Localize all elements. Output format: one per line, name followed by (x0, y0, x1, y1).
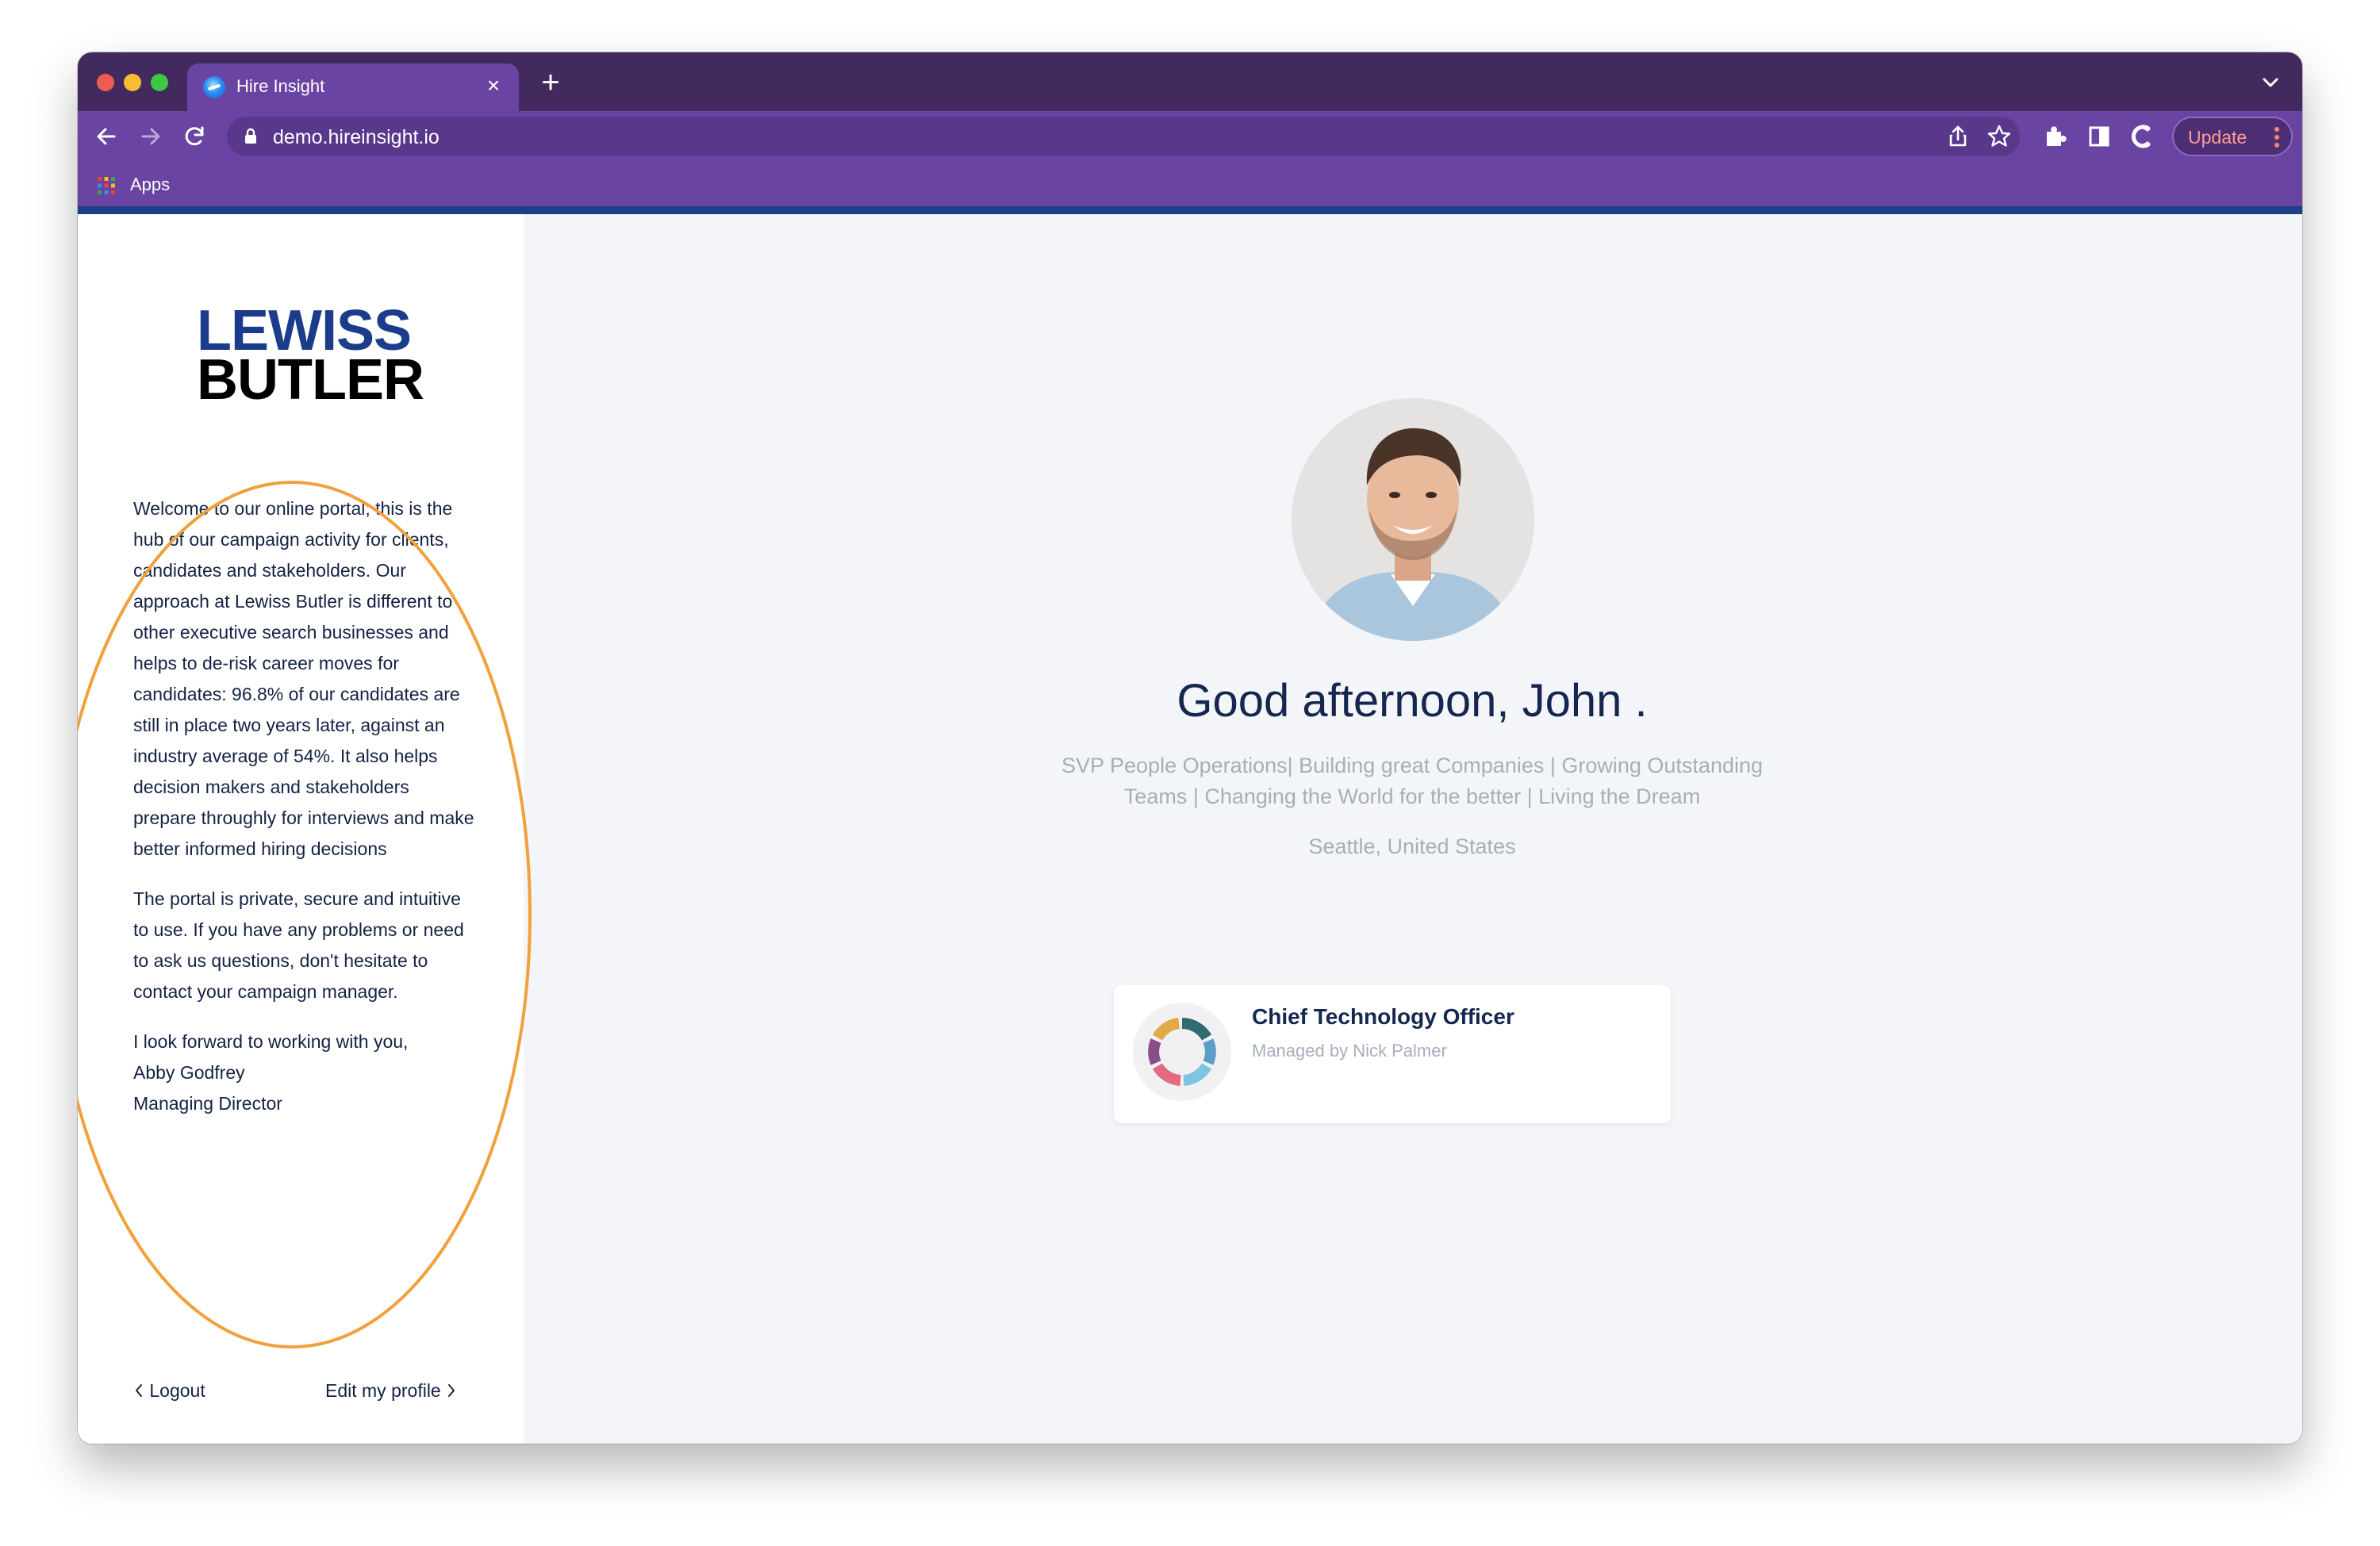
bookmarks-bar: Apps (78, 162, 2302, 206)
logout-label: Logout (149, 1380, 205, 1401)
back-button[interactable] (89, 119, 124, 154)
tab-hire-insight[interactable]: Hire Insight × (187, 63, 519, 111)
greeting-heading: Good afternoon, John . (1177, 675, 1648, 727)
header-accent-line (78, 206, 2302, 214)
user-avatar (1292, 398, 1534, 641)
campaign-company-logo (1133, 1003, 1231, 1101)
tab-search-chevron-icon[interactable] (2256, 68, 2285, 97)
extensions-puzzle-icon[interactable] (2037, 119, 2072, 154)
close-tab-icon[interactable]: × (479, 71, 508, 100)
profile-location: Seattle, United States (1308, 834, 1516, 858)
profile-headline: SVP People Operations| Building great Co… (1061, 754, 1764, 808)
campaign-job-title: Chief Technology Officer (1252, 1004, 1514, 1029)
address-bar[interactable]: demo.hireinsight.io (227, 117, 2020, 156)
update-label: Update (2188, 127, 2248, 148)
arrow-right-icon (141, 128, 160, 145)
tab-title: Hire Insight (236, 76, 325, 96)
new-tab-button[interactable]: + (533, 65, 568, 100)
chevron-right-icon (448, 1384, 455, 1397)
edit-profile-link[interactable]: Edit my profile (325, 1380, 457, 1402)
url-text: demo.hireinsight.io (273, 126, 440, 148)
share-icon[interactable] (1942, 121, 1974, 152)
reload-button[interactable] (178, 119, 213, 154)
profile-photo (1292, 398, 1534, 641)
campaign-manager: Managed by Nick Palmer (1252, 1041, 1447, 1061)
browser-toolbar: demo.hireinsight.io Update (78, 111, 2302, 162)
apps-grid-icon[interactable] (97, 176, 116, 195)
minimize-window-button[interactable] (124, 74, 141, 91)
company-logo: LEWISS BUTLER (197, 302, 424, 412)
highlight-annotation-ellipse (78, 481, 532, 1348)
tab-strip: Hire Insight × + (78, 52, 2302, 111)
browser-window: Hire Insight × + demo.hireinsight.io Upd… (78, 52, 2302, 1444)
bookmark-apps[interactable]: Apps (130, 175, 170, 195)
chevron-left-icon (136, 1384, 142, 1397)
maximize-window-button[interactable] (151, 74, 168, 91)
reload-icon (185, 126, 204, 146)
campaign-card[interactable]: Chief Technology Officer Managed by Nick… (1114, 985, 1671, 1123)
logout-link[interactable]: Logout (133, 1380, 205, 1402)
sidebar: LEWISS BUTLER Welcome to our online port… (78, 214, 532, 1444)
arrow-left-icon (97, 128, 116, 145)
update-button[interactable]: Update (2172, 117, 2293, 156)
edit-profile-label: Edit my profile (325, 1380, 441, 1401)
lock-icon (245, 128, 256, 144)
circular-arrows-logo-icon (1148, 1018, 1216, 1086)
close-window-button[interactable] (97, 74, 114, 91)
side-panel-icon[interactable] (2082, 119, 2117, 154)
profile-extension-icon[interactable] (2125, 119, 2159, 154)
page-content: LEWISS BUTLER Welcome to our online port… (78, 214, 2302, 1444)
more-vertical-icon (2274, 127, 2279, 148)
bookmark-star-icon[interactable] (1983, 121, 2015, 152)
forward-button[interactable] (133, 119, 168, 154)
hire-insight-favicon-icon (203, 76, 225, 98)
logo-line-butler: BUTLER (197, 348, 424, 412)
